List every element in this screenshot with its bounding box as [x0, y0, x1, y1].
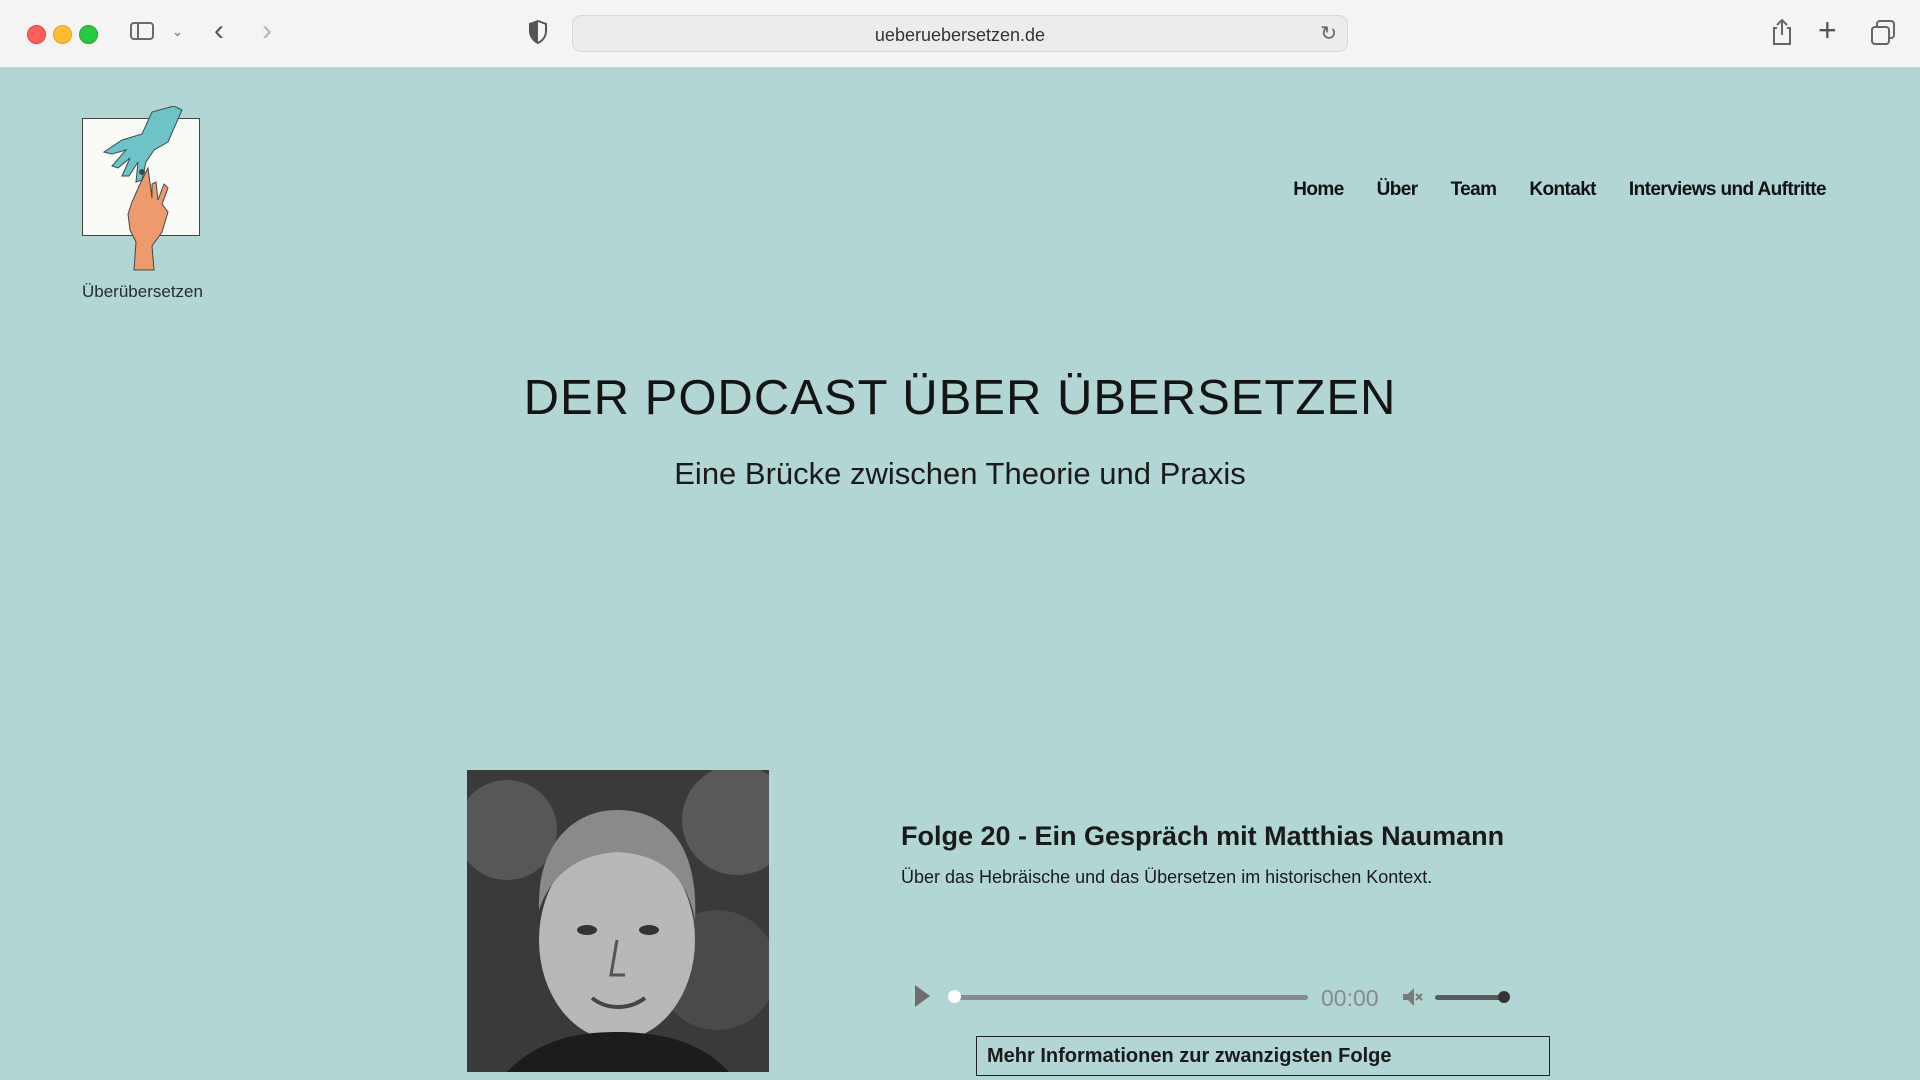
forward-arrow-icon[interactable]: › — [262, 14, 272, 48]
nav-home[interactable]: Home — [1293, 179, 1344, 201]
sidebar-icon[interactable] — [130, 20, 156, 42]
speaker-mute-icon[interactable] — [1400, 985, 1424, 1009]
guest-portrait — [467, 770, 769, 1072]
chevron-down-icon[interactable]: ⌄ — [172, 24, 183, 40]
reload-icon[interactable]: ↻ — [1320, 21, 1337, 46]
address-bar[interactable]: ueberuebersetzen.de ↻ — [572, 15, 1348, 52]
hands-icon — [102, 106, 183, 271]
seek-handle[interactable] — [948, 990, 961, 1003]
nav-ueber[interactable]: Über — [1377, 179, 1418, 201]
nav-interviews[interactable]: Interviews und Auftritte — [1629, 179, 1827, 201]
current-time: 00:00 — [1321, 985, 1379, 1011]
page-content: Überübersetzen Home Über Team Kontakt In… — [0, 68, 1920, 1080]
volume-bar[interactable] — [1435, 995, 1505, 1000]
tabs-overview-icon[interactable] — [1870, 20, 1896, 46]
minimize-window-button[interactable] — [53, 25, 72, 44]
back-arrow-icon[interactable]: ‹ — [214, 14, 224, 48]
share-icon[interactable] — [1770, 18, 1794, 46]
audio-player: 00:00 — [900, 973, 1520, 1023]
browser-toolbar: ⌄ ‹ › ueberuebersetzen.de ↻ + — [0, 0, 1920, 68]
play-icon[interactable] — [915, 985, 930, 1007]
plus-icon[interactable]: + — [1818, 12, 1837, 49]
hero-title: DER PODCAST ÜBER ÜBERSETZEN — [523, 371, 1397, 425]
site-logo[interactable]: Überübersetzen — [82, 106, 203, 301]
url-text[interactable]: ueberuebersetzen.de — [573, 25, 1347, 46]
zoom-window-button[interactable] — [79, 25, 98, 44]
seek-bar[interactable] — [955, 995, 1308, 1000]
main-nav: Home Über Team Kontakt Interviews und Au… — [1293, 179, 1826, 201]
volume-handle[interactable] — [1498, 991, 1510, 1003]
more-info-link[interactable]: Mehr Informationen zur zwanzigsten Folge — [976, 1036, 1550, 1076]
shield-icon[interactable] — [528, 19, 548, 45]
nav-kontakt[interactable]: Kontakt — [1529, 179, 1596, 201]
episode-title: Folge 20 - Ein Gespräch mit Matthias Nau… — [901, 821, 1505, 851]
more-info-label: Mehr Informationen zur zwanzigsten Folge — [987, 1045, 1392, 1067]
episode-description: Über das Hebräische und das Übersetzen i… — [901, 867, 1433, 887]
logo-caption: Überübersetzen — [82, 282, 203, 301]
hero-subtitle: Eine Brücke zwischen Theorie und Praxis — [674, 456, 1246, 491]
close-window-button[interactable] — [27, 25, 46, 44]
nav-team[interactable]: Team — [1451, 179, 1497, 201]
